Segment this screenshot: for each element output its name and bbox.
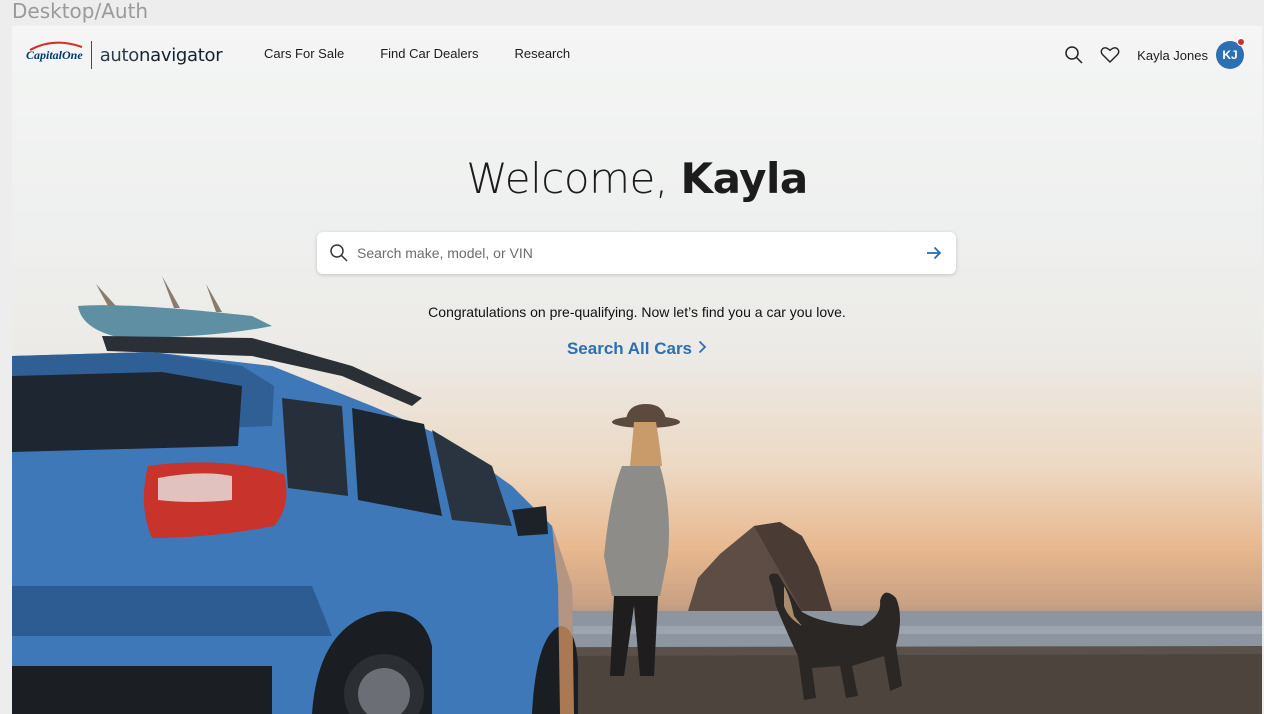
autonavigator-wordmark: autonavigator [99,44,223,66]
chevron-right-icon [698,340,707,354]
heart-icon[interactable] [1099,44,1121,66]
vehicle-search-bar [317,232,956,274]
swoosh-icon [29,41,83,51]
top-navigation-bar: CapitalOne autonavigator Cars For Sale F… [12,26,1262,86]
arrow-right-icon[interactable] [924,243,944,263]
welcome-prefix: Welcome, [466,154,668,203]
hero-background-image [12,276,1262,714]
search-icon[interactable] [1063,44,1085,66]
main-nav: Cars For Sale Find Car Dealers Research [264,46,570,61]
page: CapitalOne autonavigator Cars For Sale F… [12,26,1262,714]
search-icon [330,244,348,262]
search-all-cars-link[interactable]: Search All Cars [12,339,1262,359]
welcome-name: Kayla [680,154,809,203]
autonavigator-logo[interactable]: CapitalOne autonavigator [26,40,223,70]
logo-divider [90,41,92,69]
user-name[interactable]: Kayla Jones [1137,48,1208,63]
nav-find-car-dealers[interactable]: Find Car Dealers [380,46,478,61]
frame-label: Desktop/Auth [12,0,149,23]
notification-dot [1237,38,1245,46]
prequalification-message: Congratulations on pre-qualifying. Now l… [428,304,846,320]
welcome-heading: Welcome, Kayla [12,154,1262,203]
nav-research[interactable]: Research [514,46,570,61]
search-input[interactable] [357,245,924,261]
avatar-initials: KJ [1222,48,1238,62]
avatar[interactable]: KJ [1216,38,1245,69]
header-actions: Kayla Jones KJ [1049,38,1245,70]
search-all-cars-label: Search All Cars [566,339,693,358]
capital-one-logo: CapitalOne [26,41,83,63]
nav-cars-for-sale[interactable]: Cars For Sale [264,46,344,61]
